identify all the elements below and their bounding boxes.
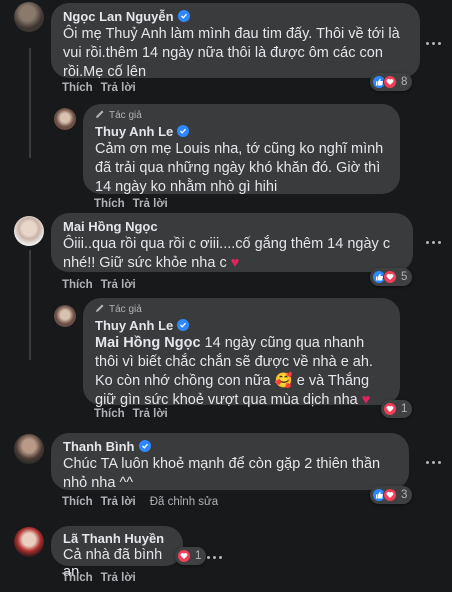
like-button[interactable]: Thích bbox=[62, 279, 93, 291]
smiling-face-with-hearts-emoji-icon: 🥰 bbox=[274, 373, 293, 389]
verified-badge-icon bbox=[138, 440, 151, 452]
comment-bubble: Thanh Bình Chúc TA luôn khoẻ mạnh để còn… bbox=[51, 433, 409, 491]
author-tag-label: Tác giả bbox=[109, 303, 142, 315]
more-options-icon[interactable] bbox=[424, 457, 442, 467]
reaction-count: 1 bbox=[195, 550, 202, 562]
reaction-summary[interactable]: 1 bbox=[381, 400, 413, 418]
mention-link[interactable]: Mai Hồng Ngọc bbox=[95, 335, 201, 351]
avatar[interactable] bbox=[14, 527, 44, 557]
comment-text-content: Ôiii..qua rồi qua rồi c ơiii....cố gắng … bbox=[63, 236, 391, 271]
reaction-count: 3 bbox=[401, 489, 408, 501]
pencil-icon bbox=[95, 109, 105, 122]
love-reaction-icon bbox=[383, 75, 397, 89]
more-options-icon[interactable] bbox=[205, 552, 223, 562]
comment-actions: Thích Trả lời bbox=[62, 572, 136, 584]
reaction-summary[interactable]: 5 bbox=[370, 268, 413, 286]
comment-text: Mai Hồng Ngọc 14 ngày cũng qua nhanh thô… bbox=[95, 334, 388, 410]
comment-bubble: Mai Hồng Ngọc Ôiii..qua rồi qua rồi c ơi… bbox=[51, 213, 413, 272]
pencil-icon bbox=[95, 303, 105, 316]
like-button[interactable]: Thích bbox=[62, 82, 93, 94]
like-button[interactable]: Thích bbox=[94, 198, 125, 210]
like-button[interactable]: Thích bbox=[94, 408, 125, 420]
avatar[interactable] bbox=[14, 434, 44, 464]
comment-bubble: Tác giả Thuy Anh Le Cảm ơn mẹ Louis nha,… bbox=[83, 104, 400, 195]
reaction-count: 1 bbox=[401, 403, 408, 415]
heart-emoji-icon: ♥ bbox=[361, 392, 371, 408]
commenter-name[interactable]: Mai Hồng Ngọc bbox=[63, 219, 158, 234]
comment-text: Ôiii..qua rồi qua rồi c ơiii....cố gắng … bbox=[63, 235, 401, 273]
comment-actions: Thích Trả lời bbox=[62, 279, 136, 291]
verified-badge-icon bbox=[177, 319, 190, 331]
commenter-name[interactable]: Lã Thanh Huyền bbox=[63, 531, 164, 546]
commenter-name[interactable]: Thuy Anh Le bbox=[95, 318, 173, 333]
comment-actions: Thích Trả lời bbox=[94, 198, 168, 210]
verified-badge-icon bbox=[177, 10, 190, 22]
thread-line bbox=[29, 48, 31, 158]
avatar[interactable] bbox=[14, 216, 44, 246]
avatar[interactable] bbox=[14, 2, 44, 32]
reaction-summary[interactable]: 3 bbox=[370, 486, 413, 504]
comment-text: Cảm ơn mẹ Louis nha, tớ cũng ko nghĩ mìn… bbox=[95, 141, 384, 195]
reply-button[interactable]: Trả lời bbox=[133, 408, 168, 420]
more-options-icon[interactable] bbox=[424, 38, 442, 48]
comment-actions: Thích Trả lời Đã chỉnh sửa bbox=[62, 496, 218, 508]
reply-button[interactable]: Trả lời bbox=[101, 496, 136, 508]
thread-line bbox=[29, 250, 31, 360]
reply-button[interactable]: Trả lời bbox=[133, 198, 168, 210]
like-button[interactable]: Thích bbox=[62, 572, 93, 584]
author-tag: Tác giả bbox=[95, 302, 388, 316]
avatar[interactable] bbox=[54, 108, 76, 130]
comment-bubble: Tác giả Thuy Anh Le Mai Hồng Ngọc 14 ngà… bbox=[83, 298, 400, 408]
reply-button[interactable]: Trả lời bbox=[101, 572, 136, 584]
comment-text: Chúc TA luôn khoẻ mạnh để còn gặp 2 thiê… bbox=[63, 456, 381, 491]
comment-bubble: Lã Thanh Huyền Cả nhà đã bình an. bbox=[51, 526, 183, 580]
avatar[interactable] bbox=[54, 305, 76, 327]
love-reaction-icon bbox=[177, 549, 191, 563]
reply-button[interactable]: Trả lời bbox=[101, 82, 136, 94]
edited-label[interactable]: Đã chỉnh sửa bbox=[150, 496, 218, 508]
more-options-icon[interactable] bbox=[424, 237, 442, 247]
like-button[interactable]: Thích bbox=[62, 496, 93, 508]
reaction-count: 8 bbox=[401, 76, 408, 88]
author-tag: Tác giả bbox=[95, 108, 388, 122]
love-reaction-icon bbox=[383, 402, 397, 416]
heart-emoji-icon: ♥ bbox=[230, 255, 240, 271]
verified-badge-icon bbox=[177, 125, 190, 137]
commenter-name[interactable]: Thuy Anh Le bbox=[95, 124, 173, 139]
author-tag-label: Tác giả bbox=[109, 109, 142, 121]
commenter-name[interactable]: Ngọc Lan Nguyễn bbox=[63, 9, 174, 24]
reply-button[interactable]: Trả lời bbox=[101, 279, 136, 291]
reaction-summary[interactable]: 8 bbox=[370, 73, 413, 91]
comment-text: Ôi mẹ Thuỷ Anh làm mình đau tim đấy. Thô… bbox=[63, 26, 400, 80]
love-reaction-icon bbox=[383, 270, 397, 284]
commenter-name[interactable]: Thanh Bình bbox=[63, 439, 135, 454]
love-reaction-icon bbox=[383, 488, 397, 502]
reaction-summary[interactable]: 1 bbox=[175, 547, 207, 565]
reaction-count: 5 bbox=[401, 271, 408, 283]
comment-bubble: Ngọc Lan Nguyễn Ôi mẹ Thuỷ Anh làm mình … bbox=[51, 3, 420, 80]
comment-actions: Thích Trả lời bbox=[62, 82, 136, 94]
comment-actions: Thích Trả lời bbox=[94, 408, 168, 420]
